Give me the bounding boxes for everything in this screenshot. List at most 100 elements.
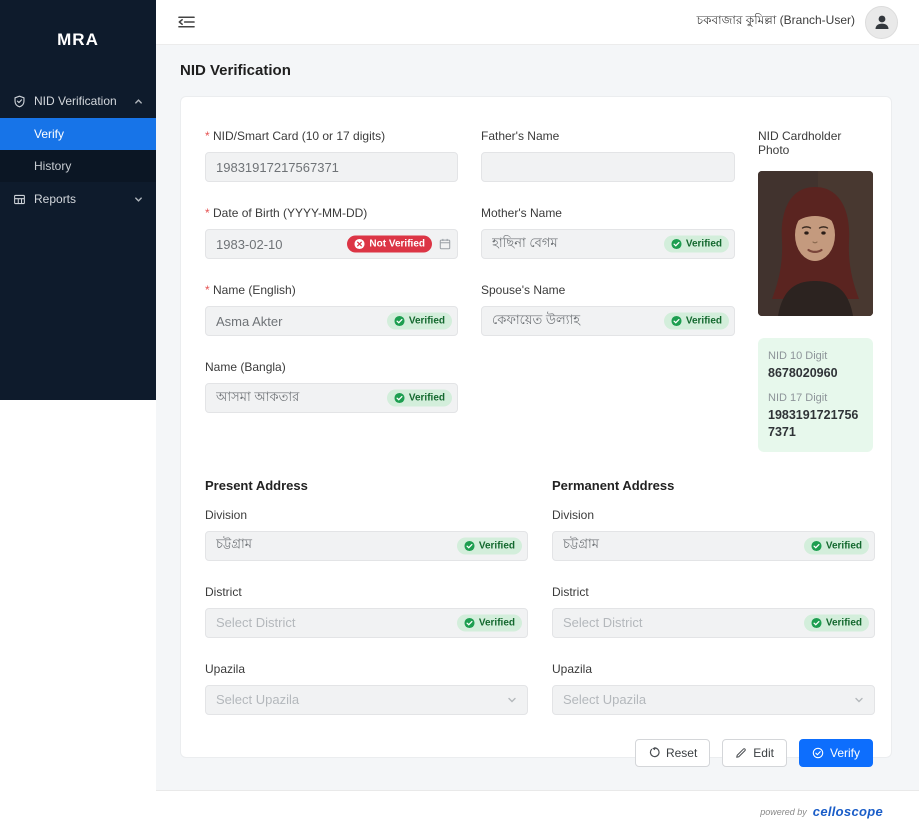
verified-badge: Verified <box>387 390 452 407</box>
page-title: NID Verification <box>180 62 892 79</box>
select-placeholder: Select Upazila <box>216 692 299 707</box>
present-district-label: District <box>205 585 528 599</box>
field-name-bangla: Name (Bangla) Verified <box>205 360 458 413</box>
verified-badge: Verified <box>457 537 522 554</box>
chevron-down-icon <box>507 695 517 705</box>
sidebar-item-history[interactable]: History <box>0 150 156 182</box>
field-mother-name: Mother's Name Verified <box>481 206 735 259</box>
form-column-left: NID/Smart Card (10 or 17 digits) Date of… <box>205 129 458 452</box>
spouse-name-label: Spouse's Name <box>481 283 735 297</box>
name-bangla-label: Name (Bangla) <box>205 360 458 374</box>
father-name-input-wrap <box>481 152 735 182</box>
verified-badge: Verified <box>804 537 869 554</box>
mother-name-label: Mother's Name <box>481 206 735 220</box>
nid-17-label: NID 17 Digit <box>768 392 863 404</box>
calendar-icon[interactable] <box>439 238 451 250</box>
form-column-middle: Father's Name Mother's Name <box>481 129 735 452</box>
mother-name-input-wrap: Verified <box>481 229 735 259</box>
field-nid: NID/Smart Card (10 or 17 digits) <box>205 129 458 182</box>
not-verified-badge: Not Verified <box>347 236 432 253</box>
spouse-name-input-wrap: Verified <box>481 306 735 336</box>
button-label: Reset <box>666 746 697 760</box>
pencil-icon <box>735 747 747 759</box>
field-permanent-district: District Verified <box>552 585 875 638</box>
name-bangla-input-wrap: Verified <box>205 383 458 413</box>
powered-by-label: powered by <box>760 807 807 817</box>
present-upazila-select[interactable]: Select Upazila <box>205 685 528 715</box>
permanent-district-input-wrap: Verified <box>552 608 875 638</box>
address-section: Present Address Division Verified <box>205 478 873 739</box>
badge-label: Verified <box>479 540 515 551</box>
badge-label: Not Verified <box>369 239 425 250</box>
field-father-name: Father's Name <box>481 129 735 182</box>
reset-button[interactable]: Reset <box>635 739 710 767</box>
sidebar-toggle-icon[interactable] <box>178 15 195 29</box>
permanent-address-column: Permanent Address Division Verified <box>552 478 875 739</box>
field-name-english: Name (English) Verified <box>205 283 458 336</box>
nid-10-label: NID 10 Digit <box>768 350 863 362</box>
check-circle-icon <box>394 393 405 404</box>
sidebar-item-nid-verification[interactable]: NID Verification <box>0 84 156 118</box>
field-spouse-name: Spouse's Name Verified <box>481 283 735 336</box>
check-circle-icon <box>811 617 822 628</box>
check-circle-icon <box>464 617 475 628</box>
cardholder-photo-label: NID Cardholder Photo <box>758 129 873 157</box>
topbar-right: চকবাজার কুমিল্লা (Branch-User) <box>697 6 898 39</box>
verify-button[interactable]: Verify <box>799 739 873 767</box>
verified-badge: Verified <box>387 313 452 330</box>
shield-check-icon <box>13 95 26 108</box>
present-district-input-wrap: Verified <box>205 608 528 638</box>
edit-button[interactable]: Edit <box>722 739 787 767</box>
sidebar-item-reports[interactable]: Reports <box>0 182 156 216</box>
badge-label: Verified <box>826 617 862 628</box>
verified-badge: Verified <box>457 614 522 631</box>
chevron-down-icon <box>854 695 864 705</box>
badge-label: Verified <box>479 617 515 628</box>
check-circle-icon <box>811 540 822 551</box>
user-branch-label: চকবাজার কুমিল্লা (Branch-User) <box>697 12 855 32</box>
select-placeholder: Select Upazila <box>563 692 646 707</box>
sidebar-item-verify[interactable]: Verify <box>0 118 156 150</box>
celloscope-logo: celloscope <box>813 804 883 819</box>
present-address-column: Present Address Division Verified <box>205 478 528 739</box>
avatar[interactable] <box>865 6 898 39</box>
reset-icon <box>648 747 660 759</box>
permanent-division-label: Division <box>552 508 875 522</box>
top-bar: চকবাজার কুমিল্লা (Branch-User) <box>156 0 919 45</box>
field-present-division: Division Verified <box>205 508 528 561</box>
main-area: চকবাজার কুমিল্লা (Branch-User) NID Verif… <box>156 0 919 832</box>
form-column-right: NID Cardholder Photo <box>758 129 873 452</box>
badge-label: Verified <box>686 316 722 327</box>
nid-17-value: 19831917217567371 <box>768 407 863 440</box>
permanent-division-input-wrap: Verified <box>552 531 875 561</box>
present-upazila-label: Upazila <box>205 662 528 676</box>
dob-input-wrap: Not Verified <box>205 229 458 259</box>
reports-table-icon <box>13 193 26 206</box>
permanent-upazila-label: Upazila <box>552 662 875 676</box>
badge-label: Verified <box>826 540 862 551</box>
action-buttons: Reset Edit Verify <box>205 739 873 767</box>
field-dob: Date of Birth (YYYY-MM-DD) Not Verified <box>205 206 458 259</box>
check-circle-icon <box>812 747 824 759</box>
field-permanent-division: Division Verified <box>552 508 875 561</box>
nid-input[interactable] <box>205 152 458 182</box>
chevron-up-icon <box>134 97 143 106</box>
verified-badge: Verified <box>664 313 729 330</box>
cardholder-photo <box>758 171 873 316</box>
field-present-district: District Verified <box>205 585 528 638</box>
badge-label: Verified <box>409 316 445 327</box>
father-name-input[interactable] <box>481 152 735 182</box>
sidebar-item-label: Verify <box>34 127 64 141</box>
permanent-upazila-select[interactable]: Select Upazila <box>552 685 875 715</box>
x-circle-icon <box>354 239 365 250</box>
present-address-title: Present Address <box>205 478 528 493</box>
content: NID Verification NID/Smart Card (10 or 1… <box>156 45 919 790</box>
verified-badge: Verified <box>664 236 729 253</box>
sidebar-item-label: Reports <box>34 192 76 206</box>
permanent-district-label: District <box>552 585 875 599</box>
nid-input-wrap <box>205 152 458 182</box>
app-logo: MRA <box>0 0 156 84</box>
field-permanent-upazila: Upazila Select Upazila <box>552 662 875 715</box>
father-name-label: Father's Name <box>481 129 735 143</box>
dob-label: Date of Birth (YYYY-MM-DD) <box>205 206 458 220</box>
